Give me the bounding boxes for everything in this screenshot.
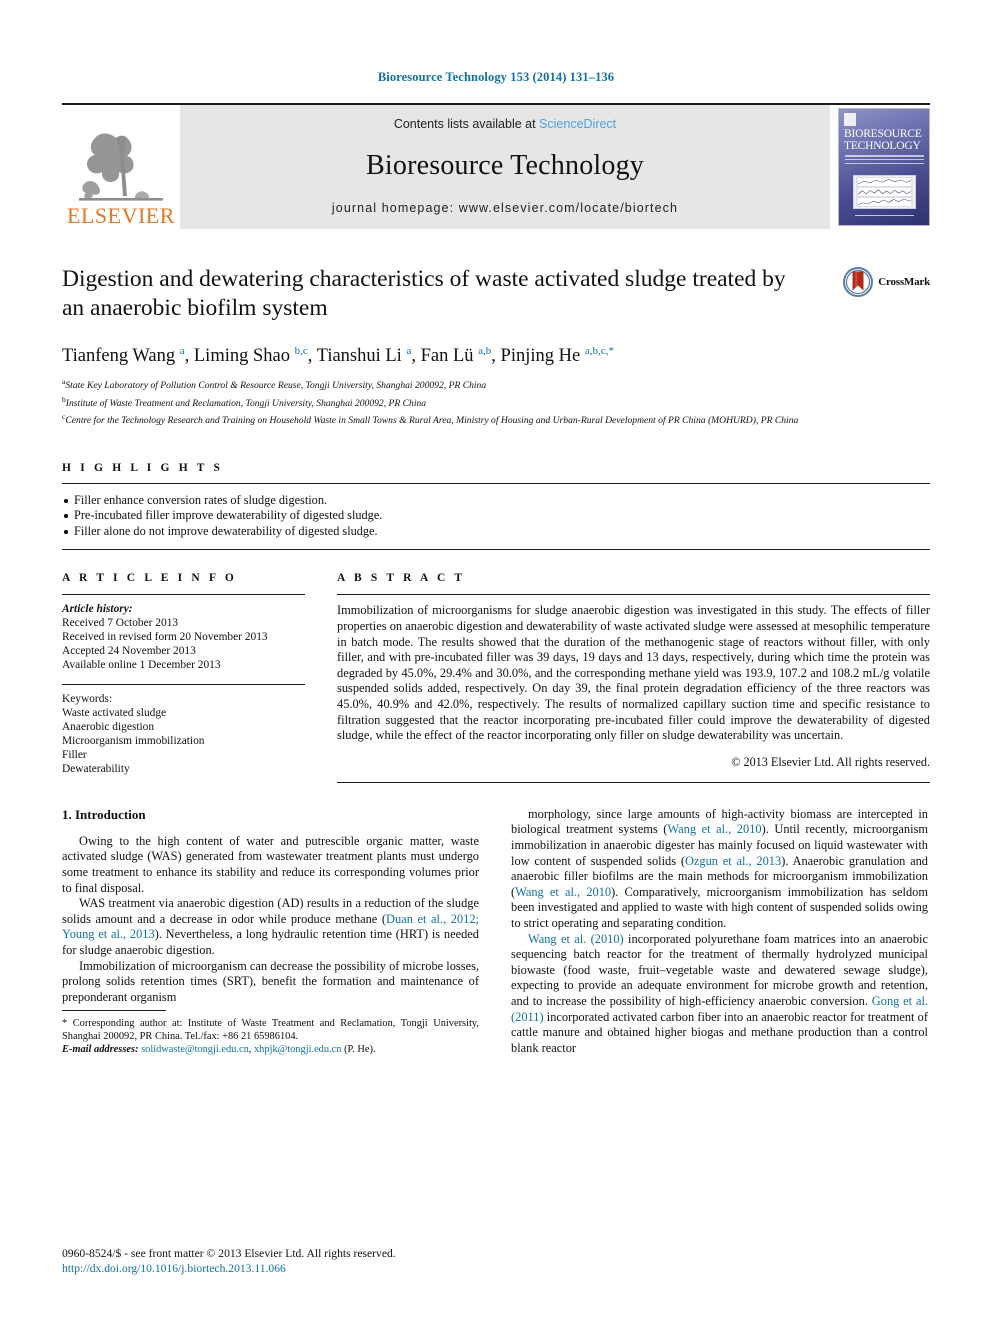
article-info-column: A R T I C L E I N F O Article history: R…: [62, 572, 305, 782]
body-paragraph: Owing to the high content of water and p…: [62, 833, 479, 895]
keyword-item: Dewaterability: [62, 763, 130, 776]
elsevier-tree-icon: [79, 133, 163, 201]
page-title: Digestion and dewatering characteristics…: [62, 266, 786, 321]
abstract-heading: A B S T R A C T: [337, 572, 466, 585]
keyword-item: Filler: [62, 749, 87, 762]
highlights-section: H I G H L I G H T S Filler enhance conve…: [62, 462, 930, 551]
journal-masthead: ELSEVIER Contents lists available at Sci…: [62, 103, 930, 229]
abstract-text: Immobilization of microorganisms for slu…: [337, 603, 930, 743]
contents-list-line: Contents lists available at ScienceDirec…: [394, 117, 616, 131]
footnote-block: * Corresponding author at: Institute of …: [62, 1010, 479, 1056]
elsevier-wordmark: ELSEVIER: [67, 203, 175, 228]
affiliation-a: aState Key Laboratory of Pollution Contr…: [62, 377, 487, 392]
article-history-label: Article history:: [62, 603, 133, 616]
corresponding-author-note: * Corresponding author at: Institute of …: [62, 1018, 479, 1043]
body-paragraph: Wang et al. (2010) incorporated polyuret…: [511, 931, 928, 1055]
author-list: Tianfeng Wang a, Liming Shao b,c, Tiansh…: [62, 345, 614, 367]
highlight-item: Pre-incubated filler improve dewaterabil…: [62, 508, 930, 524]
journal-homepage-link[interactable]: journal homepage: www.elsevier.com/locat…: [332, 201, 678, 215]
citation-link[interactable]: Ozgun et al., 2013: [685, 854, 781, 868]
email-link-1[interactable]: solidwaste@tongji.edu.cn: [141, 1044, 249, 1055]
title-block: Digestion and dewatering characteristics…: [62, 265, 930, 428]
journal-band: Contents lists available at ScienceDirec…: [180, 105, 830, 229]
doi-link[interactable]: http://dx.doi.org/10.1016/j.biortech.201…: [62, 1262, 396, 1277]
cover-subtitle-lines: [845, 155, 924, 171]
contents-prefix: Contents lists available at: [393, 117, 540, 131]
highlights-heading: H I G H L I G H T S: [62, 461, 224, 474]
highlights-bottom-rule: [62, 549, 930, 551]
keyword-item: Anaerobic digestion: [62, 721, 155, 734]
body-paragraph: Immobilization of microorganism can decr…: [62, 958, 479, 1004]
crossmark-badge[interactable]: CrossMark: [843, 267, 930, 297]
highlight-item: Filler enhance conversion rates of sludg…: [62, 493, 930, 509]
abstract-bottom-rule: [337, 781, 930, 783]
article-history-items: Received 7 October 2013 Received in revis…: [62, 616, 305, 672]
citation-link[interactable]: Gong et al. (2011): [511, 994, 928, 1024]
email-note: E-mail addresses: solidwaste@tongji.edu.…: [62, 1044, 376, 1056]
cover-footer-lines: [855, 215, 914, 220]
cover-figure-panel: [853, 175, 916, 209]
affiliation-b: bInstitute of Waste Treatment and Reclam…: [62, 394, 427, 409]
issn-line: 0960-8524/$ - see front matter © 2013 El…: [62, 1247, 396, 1260]
citation-link[interactable]: Wang et al., 2010: [667, 822, 761, 836]
body-column-right: morphology, since large amounts of high-…: [511, 807, 928, 1057]
citation-link[interactable]: Wang et al., 2010: [515, 885, 611, 899]
body-column-left: 1. Introduction Owing to the high conten…: [62, 807, 479, 1057]
journal-title: Bioresource Technology: [366, 150, 644, 181]
keywords-items: Waste activated sludge Anaerobic digestio…: [62, 706, 305, 776]
abstract-copyright: © 2013 Elsevier Ltd. All rights reserved…: [731, 754, 930, 769]
journal-cover-thumbnail: BIORESOURCE TECHNOLOGY: [838, 108, 930, 226]
affiliation-list: aState Key Laboratory of Pollution Contr…: [62, 376, 810, 428]
keywords-label: Keywords:: [62, 693, 112, 706]
email-link-2[interactable]: xhpjk@tongji.edu.cn: [254, 1044, 342, 1055]
article-history-block: Article history: Received 7 October 2013…: [62, 595, 305, 672]
highlights-list: Filler enhance conversion rates of sludg…: [62, 484, 930, 550]
keyword-item: Waste activated sludge: [62, 707, 167, 720]
cover-elsevier-mark-icon: [844, 113, 856, 126]
body-columns: 1. Introduction Owing to the high conten…: [62, 807, 930, 1057]
citation-link[interactable]: Duan et al., 2012; Young et al., 2013: [62, 912, 479, 942]
citation-link[interactable]: Wang et al. (2010): [528, 932, 624, 946]
affiliation-c: cCentre for the Technology Research and …: [62, 412, 799, 427]
issn-doi-block: 0960-8524/$ - see front matter © 2013 El…: [62, 1247, 396, 1276]
article-history-item: Received in revised form 20 November 201…: [62, 631, 268, 644]
article-history-item: Received 7 October 2013: [62, 617, 179, 630]
left-column-paragraphs: Owing to the high content of water and p…: [62, 834, 479, 1006]
article-history-item: Available online 1 December 2013: [62, 659, 221, 672]
article-history-item: Accepted 24 November 2013: [62, 645, 196, 658]
crossmark-icon: [843, 267, 874, 297]
article-info-heading: A R T I C L E I N F O: [62, 572, 237, 585]
email-label: E-mail addresses:: [62, 1044, 139, 1056]
sciencedirect-link[interactable]: ScienceDirect: [539, 117, 616, 131]
running-head: Bioresource Technology 153 (2014) 131–13…: [377, 70, 615, 84]
keyword-item: Microorganism immobilization: [62, 735, 205, 748]
elsevier-logo: ELSEVIER: [62, 105, 180, 229]
journal-cover-block: BIORESOURCE TECHNOLOGY: [830, 105, 930, 229]
highlight-item: Filler alone do not improve dewaterabili…: [62, 524, 930, 540]
article-first-page: Bioresource Technology 153 (2014) 131–13…: [0, 0, 992, 1323]
crossmark-label: CrossMark: [878, 276, 930, 288]
section-title-introduction: 1. Introduction: [62, 806, 146, 822]
right-column-paragraphs: morphology, since large amounts of high-…: [511, 807, 928, 1057]
cover-title: BIORESOURCE TECHNOLOGY: [844, 128, 922, 152]
body-paragraph: WAS treatment via anaerobic digestion (A…: [62, 896, 479, 957]
footnote-rule: [62, 1010, 166, 1012]
info-abstract-row: A R T I C L E I N F O Article history: R…: [62, 572, 930, 783]
keywords-block: Keywords: Waste activated sludge Anaerobi…: [62, 685, 305, 776]
body-paragraph: morphology, since large amounts of high-…: [511, 806, 929, 930]
abstract-column: A B S T R A C T Immobilization of microo…: [337, 572, 930, 783]
